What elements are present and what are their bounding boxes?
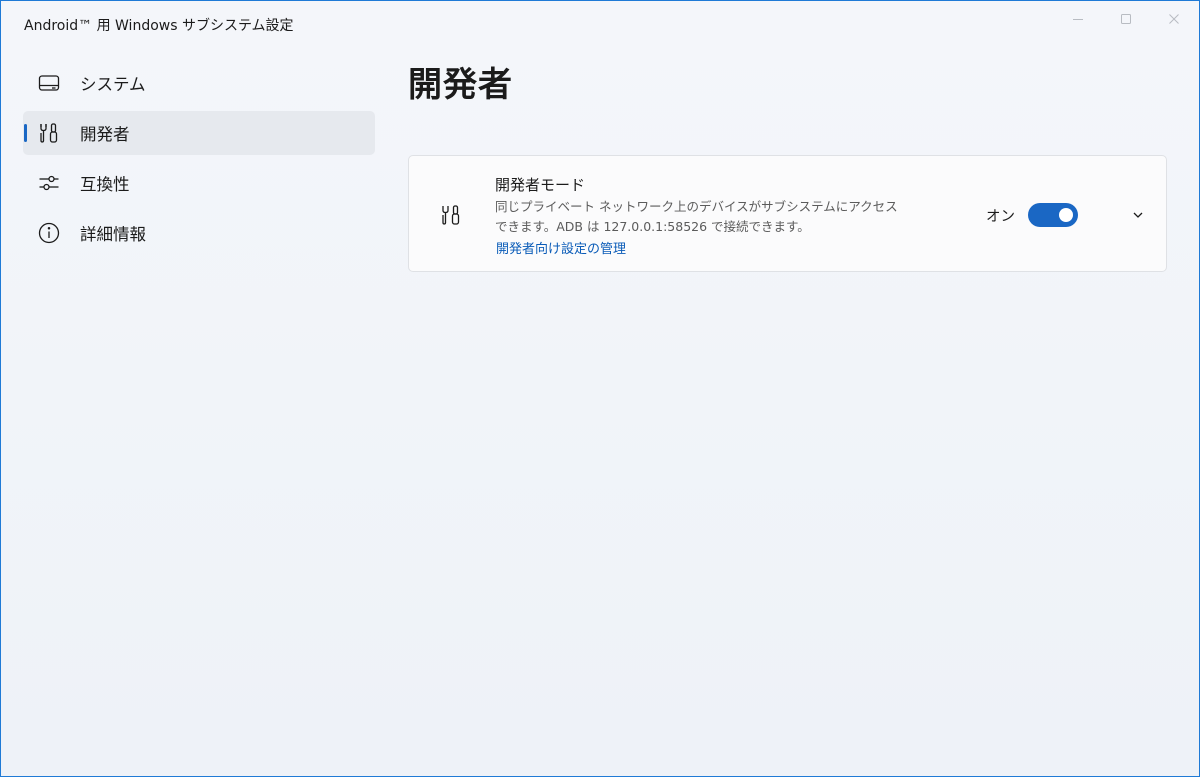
- info-icon: [37, 221, 61, 245]
- app-window: Android™ 用 Windows サブシステム設定 システム 開発者 互換性…: [0, 0, 1200, 777]
- sidebar-item-label: システム: [80, 75, 146, 94]
- toggle-state-label: オン: [986, 209, 1015, 225]
- toggle-knob: [1059, 208, 1073, 222]
- developer-mode-toggle[interactable]: [1028, 203, 1078, 227]
- sidebar-item-developer[interactable]: 開発者: [23, 111, 375, 155]
- sidebar-item-label: 開発者: [80, 125, 130, 144]
- sidebar-item-system[interactable]: システム: [23, 61, 375, 105]
- sidebar-item-about[interactable]: 詳細情報: [23, 211, 375, 255]
- sidebar-item-label: 詳細情報: [80, 225, 146, 244]
- expand-button[interactable]: [1129, 206, 1147, 224]
- selection-indicator: [24, 124, 27, 142]
- close-icon: [1169, 14, 1179, 24]
- maximize-icon: [1121, 14, 1131, 24]
- developer-tools-icon: [439, 202, 463, 228]
- sidebar-item-compatibility[interactable]: 互換性: [23, 161, 375, 205]
- chevron-down-icon: [1133, 212, 1143, 218]
- developer-tools-icon: [37, 121, 61, 145]
- developer-mode-card[interactable]: 開発者モード 同じプライベート ネットワーク上のデバイスがサブシステムにアクセス…: [408, 155, 1167, 272]
- minimize-icon: [1073, 19, 1083, 20]
- page-title: 開発者: [408, 65, 513, 105]
- sidebar-item-label: 互換性: [80, 175, 130, 194]
- system-icon: [37, 71, 61, 95]
- close-button[interactable]: [1150, 1, 1198, 37]
- window-title: Android™ 用 Windows サブシステム設定: [24, 18, 294, 34]
- sliders-icon: [37, 171, 61, 195]
- title-bar[interactable]: Android™ 用 Windows サブシステム設定: [1, 1, 1199, 45]
- minimize-button[interactable]: [1054, 1, 1102, 37]
- maximize-button[interactable]: [1102, 1, 1150, 37]
- card-title: 開発者モード: [495, 176, 586, 194]
- manage-developer-settings-link[interactable]: 開発者向け設定の管理: [496, 238, 626, 257]
- card-description: 同じプライベート ネットワーク上のデバイスがサブシステムにアクセスできます。AD…: [495, 199, 898, 234]
- sidebar-nav: システム 開発者 互換性 詳細情報: [23, 61, 375, 261]
